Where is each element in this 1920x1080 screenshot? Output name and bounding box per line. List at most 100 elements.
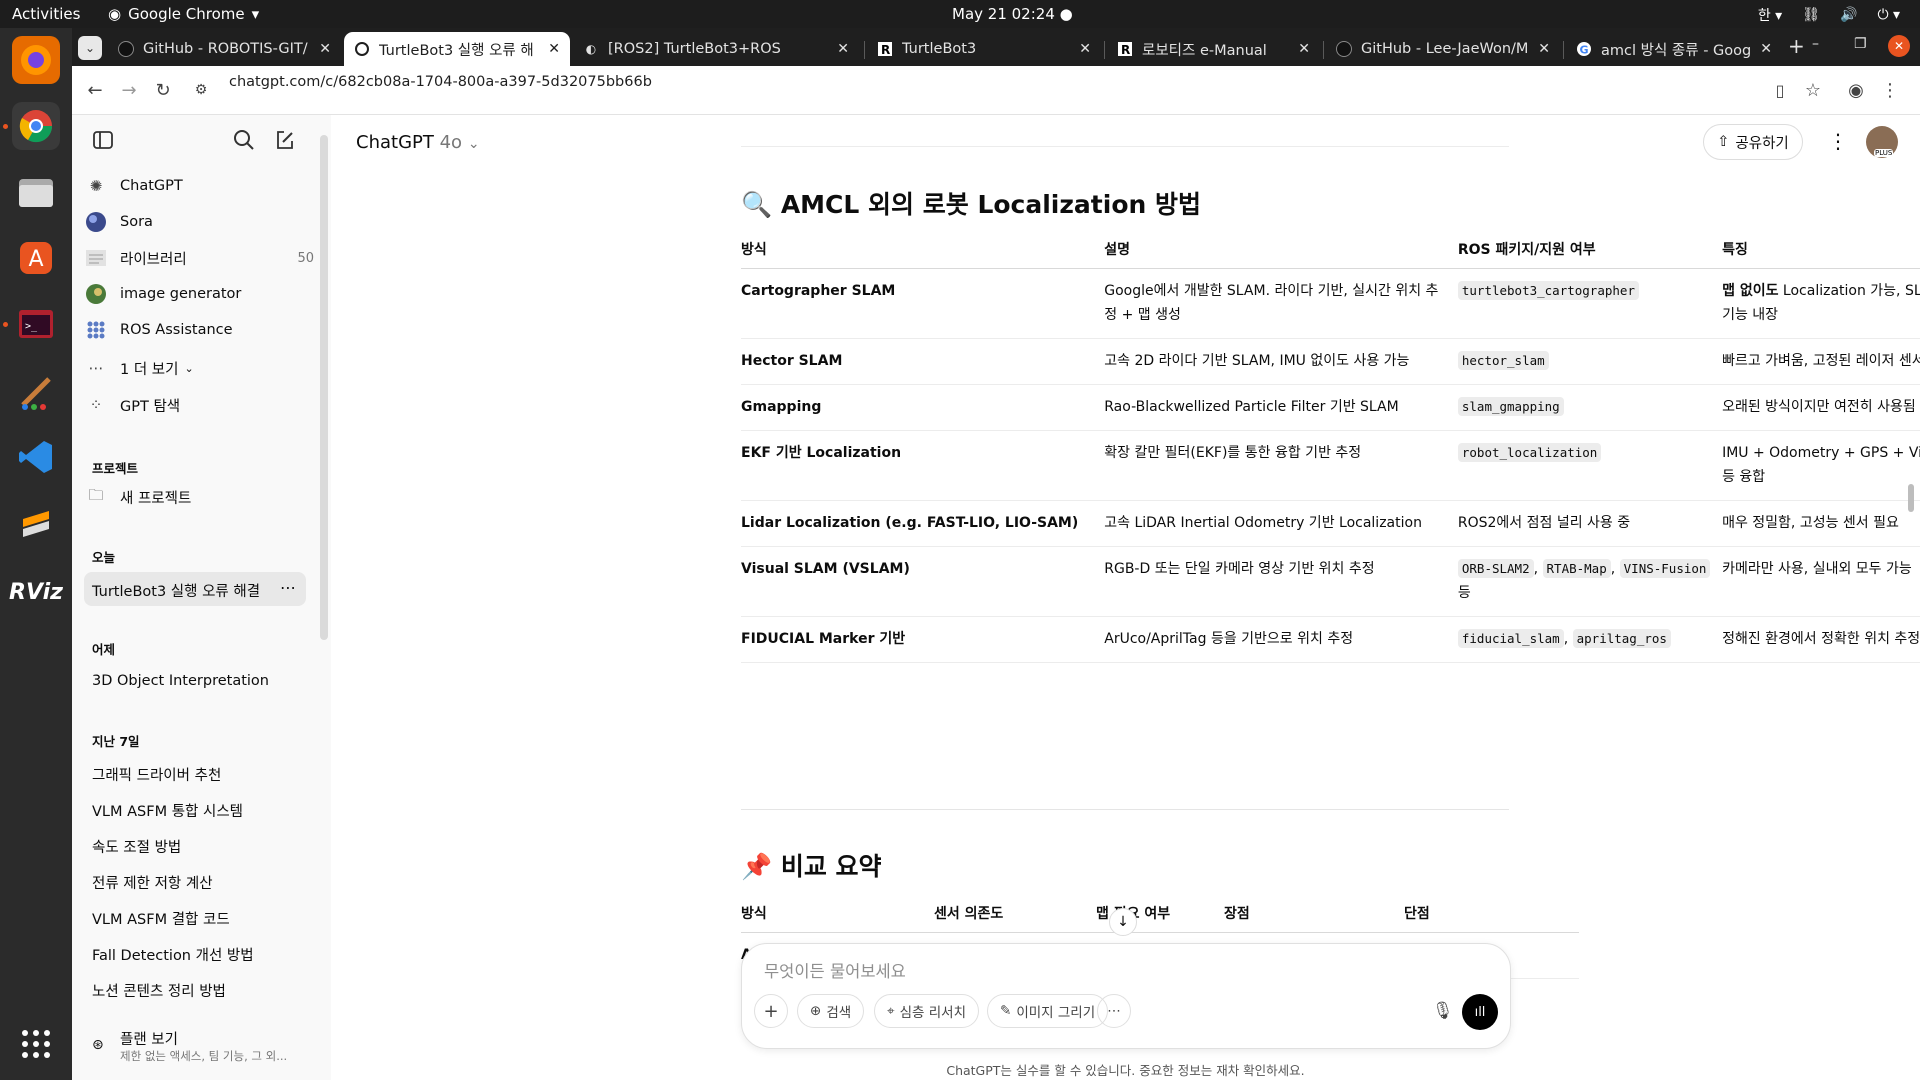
chatgpt-icon: ✺ — [89, 177, 103, 195]
chat-item[interactable]: Fall Detection 개선 방법 — [92, 944, 312, 965]
close-icon[interactable]: ✕ — [1538, 41, 1550, 57]
method-name: FIDUCIAL Marker 기반 — [741, 616, 1105, 663]
package-cell: turtlebot3_cartographer — [1457, 268, 1723, 339]
chat-item-active[interactable]: TurtleBot3 실행 오류 해결 ⋯ — [84, 572, 306, 606]
svg-text:R: R — [1121, 43, 1130, 57]
scroll-to-bottom-button[interactable]: ↓ — [1109, 908, 1137, 936]
sublime-icon[interactable] — [12, 500, 60, 548]
close-icon[interactable]: ✕ — [548, 41, 560, 57]
tab-separator — [1104, 41, 1105, 59]
chat-item[interactable]: VLM ASFM 통합 시스템 — [92, 800, 312, 821]
sidebar-item-sora[interactable]: Sora — [84, 205, 314, 239]
close-icon[interactable]: ✕ — [319, 41, 331, 57]
site-info-icon[interactable]: ⚙ — [189, 78, 213, 102]
method-name: Lidar Localization (e.g. FAST-LIO, LIO-S… — [741, 500, 1105, 547]
table-header: 설명 — [1104, 238, 1458, 269]
chrome-icon[interactable] — [12, 102, 60, 150]
forward-icon[interactable]: → — [117, 78, 141, 102]
svg-text:R: R — [881, 43, 890, 57]
folder-plus-icon: 🗀 — [88, 485, 104, 504]
chevron-down-icon: ▾ — [251, 5, 260, 23]
feature-text: 정해진 환경에서 정확한 위치 추정 가능 — [1722, 616, 1920, 663]
system-tray[interactable]: 한 ▾ ⛓ 🔊 ⏻ ▾ — [1758, 5, 1900, 25]
chat-item[interactable]: VLM ASFM 결합 코드 — [92, 908, 312, 929]
sidebar-scrollbar[interactable] — [320, 135, 328, 640]
tab-github-leejaewon[interactable]: GitHub - Lee-JaeWon/M ✕ — [1326, 32, 1560, 66]
tab-robotis-emanual[interactable]: R 로보티즈 e-Manual ✕ — [1107, 32, 1320, 66]
firefox-icon[interactable] — [12, 36, 60, 84]
rviz-icon[interactable]: RViz — [9, 568, 63, 616]
upgrade-plan-button[interactable]: ⊛ 플랜 보기 제한 없는 액세스, 팀 기능, 그 외... — [84, 1025, 314, 1069]
chat-item[interactable]: 전류 제한 저항 계산 — [92, 872, 312, 893]
close-icon[interactable]: ✕ — [837, 41, 849, 57]
clock[interactable]: May 21 02:24 ● — [952, 5, 1073, 23]
sidebar-item-image-generator[interactable]: image generator — [84, 277, 314, 311]
profile-icon[interactable]: ◉ — [1844, 78, 1868, 102]
files-icon[interactable] — [12, 168, 60, 216]
chat-item[interactable]: 그래픽 드라이버 추천 — [92, 764, 312, 785]
tab-ros2-turtlebot3[interactable]: ◐ [ROS2] TurtleBot3+ROS ✕ — [573, 32, 859, 66]
reload-icon[interactable]: ↻ — [151, 78, 175, 102]
sidebar-item-library[interactable]: 라이브러리 50 — [84, 241, 314, 275]
app-center-icon[interactable]: A — [12, 234, 60, 282]
sidebar-item-label: ROS Assistance — [120, 322, 233, 338]
package-code: slam_gmapping — [1457, 397, 1564, 416]
microphone-icon[interactable]: 🎙 — [1432, 1001, 1454, 1021]
image-draw-button[interactable]: ✎ 이미지 그리기 — [987, 994, 1109, 1028]
sidebar-item-more[interactable]: ⋯ 1 더 보기 ⌄ — [84, 351, 314, 385]
toggle-sidebar-icon[interactable] — [92, 129, 114, 155]
chat-item[interactable]: 노션 콘텐츠 정리 방법 — [92, 980, 312, 1001]
sidebar-item-explore-gpts[interactable]: ⁘ GPT 탐색 — [84, 388, 314, 422]
close-icon[interactable]: ✕ — [1760, 41, 1772, 57]
attach-button[interactable]: + — [754, 994, 788, 1028]
yesterday-header: 어제 — [92, 642, 116, 657]
address-bar[interactable]: chatgpt.com/c/682cb08a-1704-800a-a397-5d… — [229, 74, 652, 90]
tab-github-robotis[interactable]: GitHub - ROBOTIS-GIT/ ✕ — [108, 32, 341, 66]
chat-item[interactable]: 3D Object Interpretation Uni — [92, 673, 274, 689]
palette-icon: ✎ — [1000, 1003, 1012, 1019]
sidebar-item-label: Sora — [120, 214, 153, 230]
chrome-menu-icon[interactable]: ⋮ — [1878, 78, 1902, 102]
vscode-icon[interactable] — [12, 433, 60, 481]
model-selector[interactable]: ChatGPT 4o ⌄ — [356, 132, 480, 153]
new-project-button[interactable]: 🗀 새 프로젝트 — [84, 480, 314, 514]
sidebar-item-label: ChatGPT — [120, 178, 183, 194]
close-icon[interactable]: ✕ — [1298, 41, 1310, 57]
sidebar-item-label: 1 더 보기 — [120, 361, 179, 378]
search-button[interactable]: ⊕ 검색 — [797, 994, 865, 1028]
new-chat-icon[interactable] — [274, 129, 296, 155]
back-icon[interactable]: ← — [83, 78, 107, 102]
avatar[interactable]: PLUS — [1866, 126, 1898, 158]
method-description: RGB-D 또는 단일 카메라 영상 기반 위치 추정 — [1104, 546, 1458, 617]
share-button[interactable]: ⇧ 공유하기 — [1703, 124, 1803, 160]
sidebar-item-ros-assistance[interactable]: ROS Assistance — [84, 313, 314, 347]
show-apps-icon[interactable] — [12, 1020, 60, 1068]
activities-button[interactable]: Activities — [12, 5, 80, 23]
tab-turtlebot3[interactable]: R TurtleBot3 ✕ — [867, 32, 1101, 66]
terminal-icon[interactable]: >_ — [12, 300, 60, 348]
app-menu[interactable]: ◉ Google Chrome ▾ — [108, 5, 259, 23]
bookmark-star-icon[interactable]: ☆ — [1801, 78, 1825, 102]
page-icon[interactable]: ▯ — [1768, 78, 1792, 102]
tab-search-button[interactable]: ⌄ — [78, 36, 102, 60]
tab-turtlebot3-error[interactable]: TurtleBot3 실행 오류 해 ✕ — [344, 32, 570, 66]
close-icon[interactable]: ✕ — [1079, 41, 1091, 57]
deep-research-button[interactable]: ⌖ 심층 리서치 — [874, 994, 980, 1028]
minimize-button[interactable]: – — [1812, 36, 1819, 52]
new-tab-button[interactable]: + — [1788, 34, 1805, 58]
sidebar-item-chatgpt[interactable]: ✺ ChatGPT — [84, 169, 314, 203]
voice-mode-button[interactable]: ıll — [1462, 994, 1498, 1030]
more-tools-button[interactable]: ⋯ — [1097, 994, 1131, 1028]
maximize-button[interactable]: ❐ — [1854, 36, 1867, 52]
conversation-options-icon[interactable]: ⋮ — [1828, 129, 1848, 153]
paint-icon[interactable] — [12, 368, 60, 416]
close-window-button[interactable]: ✕ — [1888, 35, 1910, 57]
package-code: turtlebot3_cartographer — [1457, 281, 1639, 300]
prompt-input[interactable]: 무엇이든 물어보세요 — [764, 958, 906, 982]
tab-amcl-google[interactable]: G amcl 방식 종류 - Google ✕ — [1566, 32, 1782, 66]
input-language[interactable]: 한 ▾ — [1758, 5, 1782, 25]
page-scrollbar[interactable] — [1908, 484, 1914, 512]
chat-options-icon[interactable]: ⋯ — [280, 578, 296, 597]
search-icon[interactable] — [233, 129, 255, 155]
chat-item[interactable]: 속도 조절 방법 — [92, 836, 312, 857]
